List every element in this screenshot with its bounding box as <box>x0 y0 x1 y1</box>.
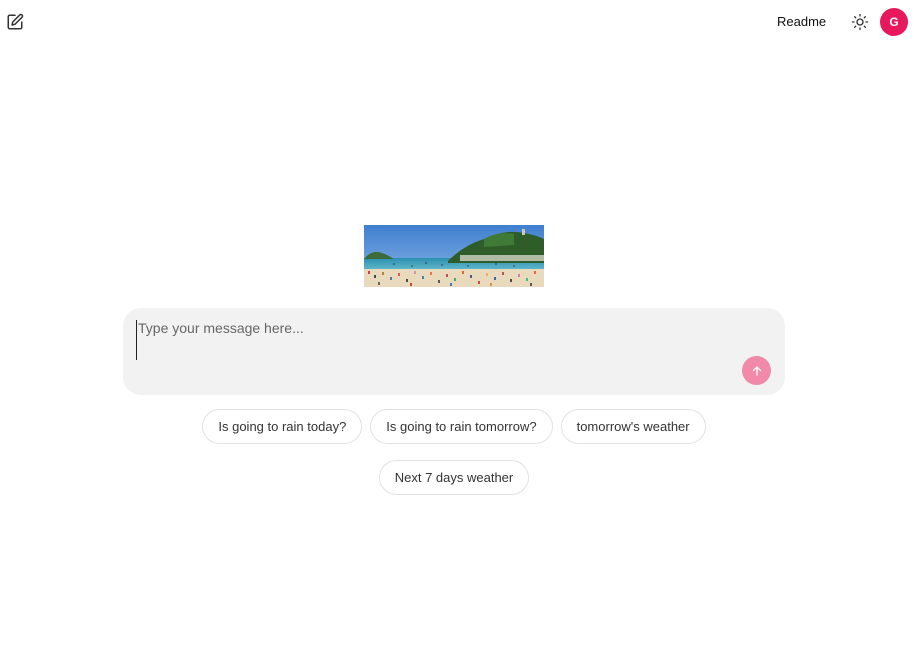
suggestion-chip[interactable]: Is going to rain tomorrow? <box>370 409 553 444</box>
new-chat-button[interactable] <box>4 11 26 33</box>
message-input[interactable] <box>136 320 728 360</box>
send-button[interactable] <box>742 356 771 385</box>
suggestion-chip[interactable]: Next 7 days weather <box>378 460 530 495</box>
beach-photo <box>364 225 544 287</box>
arrow-up-icon <box>752 365 761 376</box>
readme-link[interactable]: Readme <box>771 12 832 32</box>
suggestion-chips: Is going to rain today? Is going to rain… <box>123 409 785 495</box>
message-composer <box>123 308 785 395</box>
theme-toggle-button[interactable] <box>849 11 871 33</box>
edit-square-icon <box>7 13 24 30</box>
sun-icon <box>851 13 869 31</box>
suggestion-chip[interactable]: Is going to rain today? <box>202 409 363 444</box>
app-page: Readme G Type your message here... Is go… <box>0 0 914 651</box>
beach-photo-graphic <box>364 225 544 287</box>
suggestion-chip[interactable]: tomorrow's weather <box>560 409 706 444</box>
user-avatar[interactable]: G <box>880 8 908 36</box>
